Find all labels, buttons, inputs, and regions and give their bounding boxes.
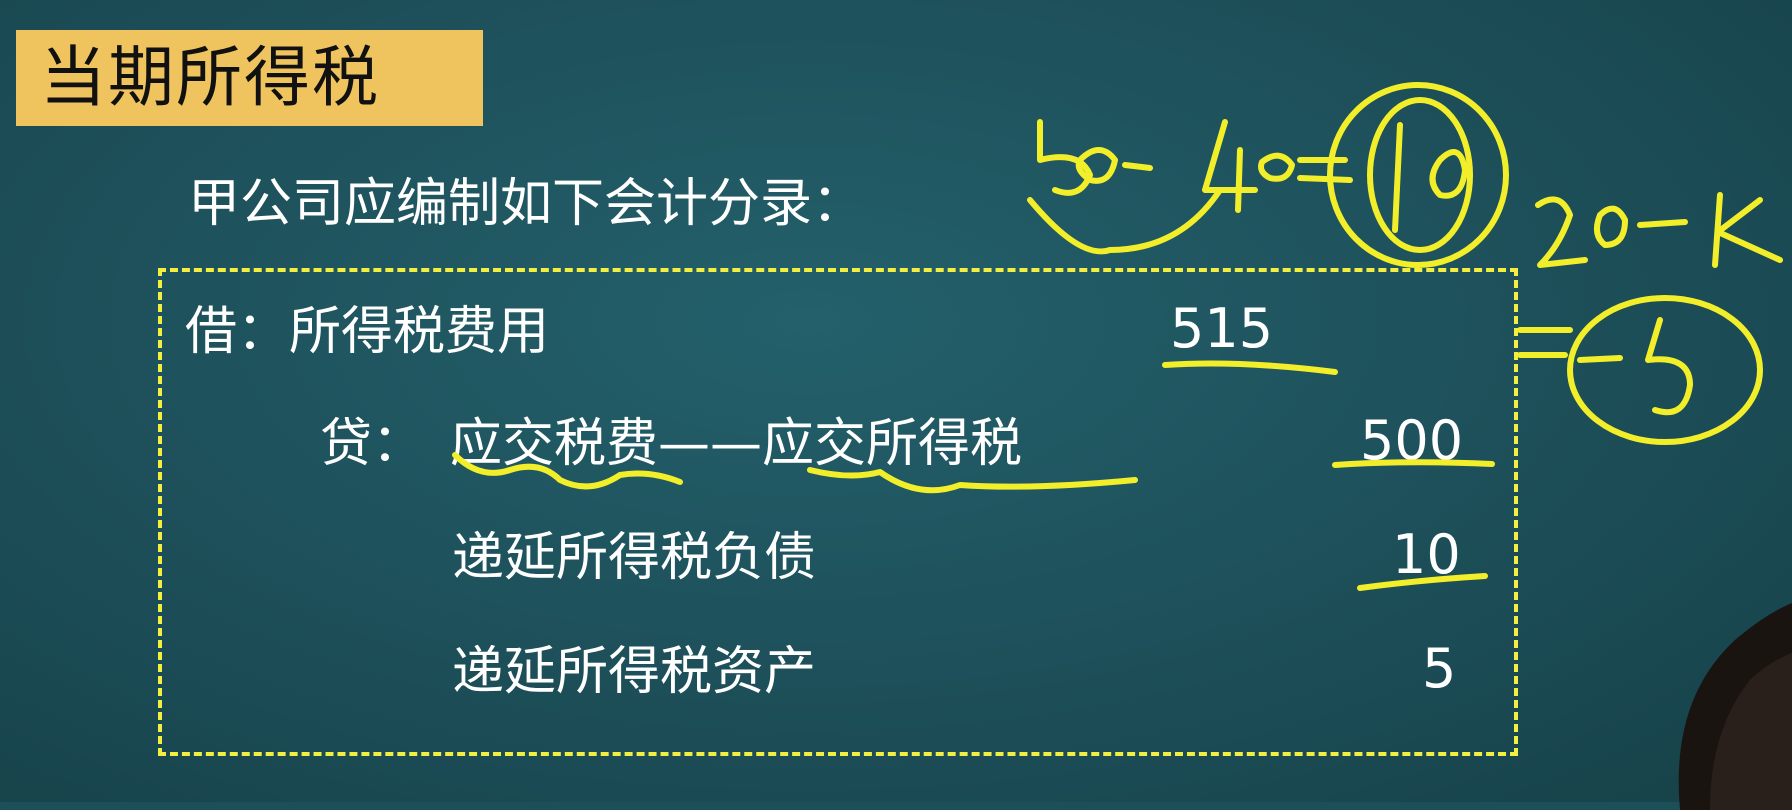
ink-digit-5 <box>1037 119 1093 196</box>
credit-line-label-3: 递延所得税资产 <box>452 642 817 702</box>
slide: 当期所得税 甲公司应编制如下会计分录： 借：所得税费用 515 贷： 应交税费—… <box>0 0 1792 810</box>
debit-line-label: 借：所得税费用 <box>185 302 550 362</box>
ink-digit-5-b <box>1645 317 1693 416</box>
slide-title: 当期所得税 <box>40 39 380 116</box>
ink-equals-2 <box>1517 327 1573 358</box>
ink-digit-4 <box>1202 119 1258 213</box>
presenter-silhouette <box>1678 603 1792 810</box>
credit-line-label-1: 应交税费——应交所得税 <box>450 414 1023 474</box>
ink-digit-2 <box>1535 196 1588 268</box>
ink-digit-0-c <box>1429 149 1468 199</box>
debit-line-amount: 515 <box>1170 297 1274 360</box>
ink-minus-3 <box>1577 355 1623 363</box>
intro-text: 甲公司应编制如下会计分录： <box>188 174 865 234</box>
credit-line-amount-1: 500 <box>1360 409 1464 472</box>
ink-letter-k <box>1712 192 1783 268</box>
ink-circle-outer <box>1327 82 1509 268</box>
ink-digit-1 <box>1392 122 1403 233</box>
ink-digit-0-d <box>1593 205 1628 248</box>
credit-prefix: 贷： <box>320 414 425 474</box>
credit-line-label-2: 递延所得税负债 <box>452 528 817 588</box>
ink-equals <box>1297 157 1353 183</box>
credit-line-amount-2: 10 <box>1392 523 1461 586</box>
ink-arc <box>1027 187 1223 255</box>
ink-minus-1 <box>1122 162 1153 171</box>
ink-circle-result <box>1567 295 1763 445</box>
ink-digit-0-b <box>1258 152 1295 182</box>
ink-digit-0 <box>1075 147 1118 184</box>
credit-line-amount-3: 5 <box>1422 637 1457 700</box>
ink-circle-inner <box>1367 97 1473 253</box>
ink-minus-2 <box>1637 219 1688 228</box>
